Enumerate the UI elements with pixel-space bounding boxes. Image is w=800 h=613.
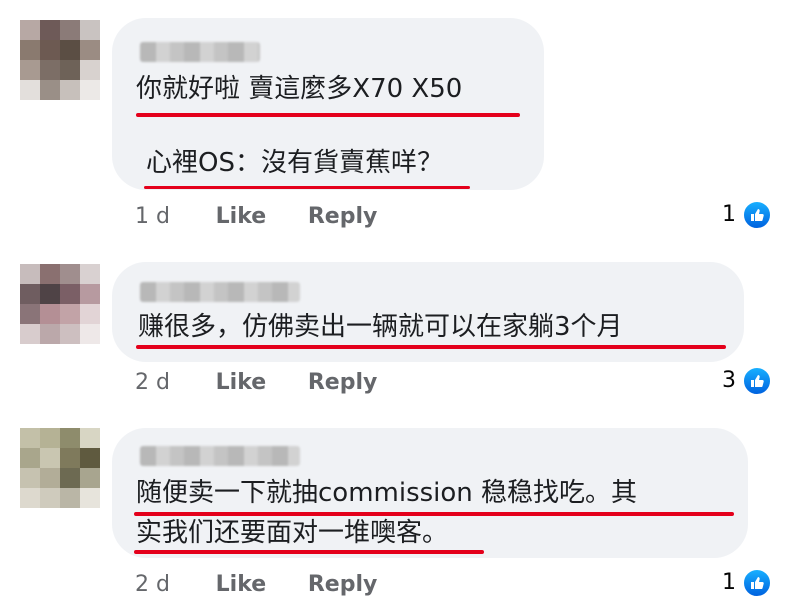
commenter-name[interactable] [140,42,260,62]
reply-button[interactable]: Reply [308,370,378,395]
avatar[interactable] [20,20,100,100]
like-button[interactable]: Like [216,204,267,229]
thumbs-up-icon [742,200,772,230]
highlight-underline [134,550,484,554]
reaction-count: 1 [722,570,736,595]
reaction-summary[interactable]: 3 [722,366,772,396]
thumbs-up-icon [742,366,772,396]
like-button[interactable]: Like [216,370,267,395]
comment-timestamp[interactable]: 2 d [135,370,170,395]
comment-bubble: 你就好啦 賣這麼多X70 X50 心裡OS：沒有貨賣蕉咩？ [112,18,544,190]
comment-text-line: 心裡OS：沒有貨賣蕉咩？ [146,148,443,178]
comment-bubble: 赚很多，仿佛卖出一辆就可以在家躺3个月 [112,262,744,362]
reply-button[interactable]: Reply [308,572,378,597]
comment-actions: 1 d Like Reply [135,202,377,232]
avatar[interactable] [20,264,100,344]
reply-button[interactable]: Reply [308,204,378,229]
comment-text-line: 你就好啦 賣這麼多X70 X50 [136,74,463,104]
comment-bubble: 随便卖一下就抽commission 稳稳找吃。其 实我们还要面对一堆噢客。 [112,428,748,558]
comment-actions: 2 d Like Reply [135,570,377,600]
reaction-count: 1 [722,202,736,227]
commenter-name[interactable] [140,282,300,302]
comment-timestamp[interactable]: 1 d [135,204,170,229]
highlight-underline [136,113,520,117]
comment-text-line: 赚很多，仿佛卖出一辆就可以在家躺3个月 [138,312,623,342]
reaction-count: 3 [722,368,736,393]
reaction-summary[interactable]: 1 [722,200,772,230]
comment-text-line: 实我们还要面对一堆噢客。 [136,518,449,548]
comment-text-line: 随便卖一下就抽commission 稳稳找吃。其 [136,478,638,508]
highlight-underline [144,186,470,189]
comment-actions: 2 d Like Reply [135,368,377,398]
reaction-summary[interactable]: 1 [722,568,772,598]
highlight-underline [136,345,726,349]
comment-timestamp[interactable]: 2 d [135,572,170,597]
like-button[interactable]: Like [216,572,267,597]
commenter-name[interactable] [140,446,300,466]
thumbs-up-icon [742,568,772,598]
avatar[interactable] [20,428,100,508]
